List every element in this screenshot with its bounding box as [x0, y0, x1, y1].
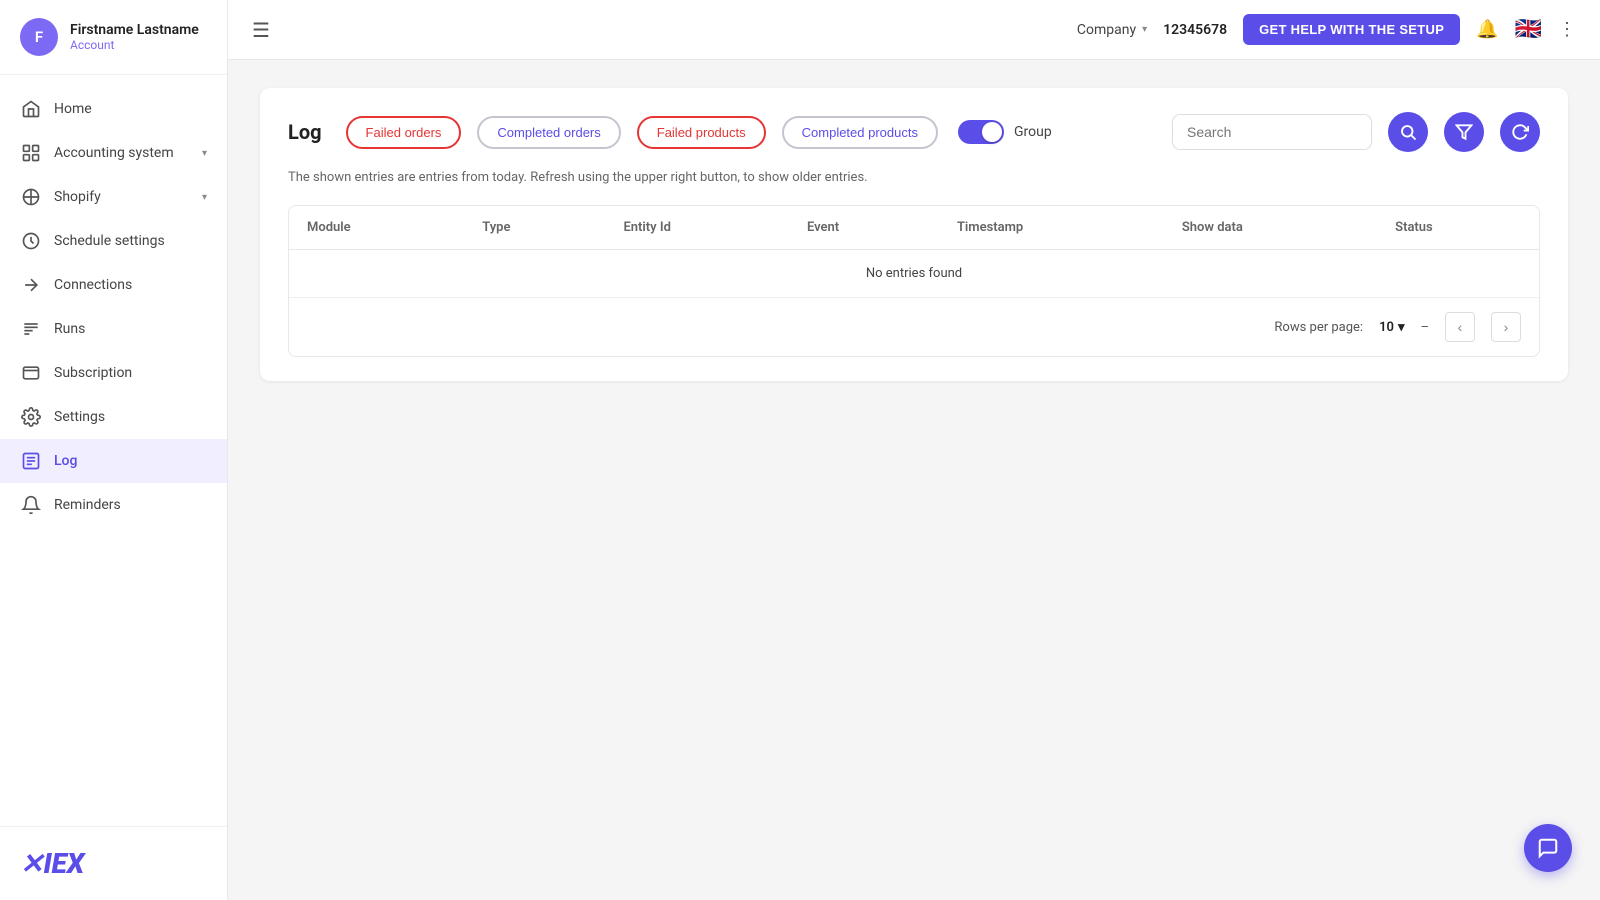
search-button[interactable] [1388, 112, 1428, 152]
sidebar-item-schedule-label: Schedule settings [54, 233, 207, 249]
no-entries-text: No entries found [289, 250, 1539, 298]
shopify-icon [20, 186, 42, 208]
sidebar-item-accounting-label: Accounting system [54, 145, 190, 161]
more-options-icon[interactable]: ⋮ [1558, 19, 1576, 40]
company-chevron-icon: ▾ [1142, 24, 1147, 35]
log-title: Log [288, 120, 322, 144]
refresh-button[interactable] [1500, 112, 1540, 152]
table-body: No entries found [289, 250, 1539, 298]
sidebar-item-connections-label: Connections [54, 277, 207, 293]
log-icon [20, 450, 42, 472]
sidebar-item-home[interactable]: Home [0, 87, 227, 131]
filter-button[interactable] [1444, 112, 1484, 152]
company-selector[interactable]: Company ▾ [1077, 22, 1147, 38]
pagination: Rows per page: 10 ▾ – ‹ › [289, 297, 1539, 356]
sidebar-item-runs[interactable]: Runs [0, 307, 227, 351]
chat-support-button[interactable] [1524, 824, 1572, 872]
group-label: Group [1014, 124, 1052, 140]
rows-chevron-icon: ▾ [1398, 320, 1405, 335]
completed-orders-filter-button[interactable]: Completed orders [477, 116, 620, 149]
table-header: Module Type Entity Id Event Timestamp Sh… [289, 206, 1539, 250]
sidebar-item-subscription-label: Subscription [54, 365, 207, 381]
company-label: Company [1077, 22, 1136, 38]
sidebar-item-settings[interactable]: Settings [0, 395, 227, 439]
sidebar-item-log-label: Log [54, 453, 207, 469]
main-content: ☰ Company ▾ 12345678 GET HELP WITH THE S… [228, 0, 1600, 900]
log-table: Module Type Entity Id Event Timestamp Sh… [289, 206, 1539, 297]
sidebar-item-shopify[interactable]: Shopify ▾ [0, 175, 227, 219]
log-header: Log Failed orders Completed orders Faile… [288, 112, 1540, 152]
get-help-button[interactable]: GET HELP WITH THE SETUP [1243, 14, 1460, 45]
sidebar-item-subscription[interactable]: Subscription [0, 351, 227, 395]
content-area: Log Failed orders Completed orders Faile… [228, 60, 1600, 900]
col-event: Event [789, 206, 939, 250]
sidebar: F Firstname Lastname Account Home Accoun… [0, 0, 228, 900]
col-show-data: Show data [1164, 206, 1377, 250]
group-toggle-track[interactable] [958, 120, 1004, 144]
runs-icon [20, 318, 42, 340]
col-entity-id: Entity Id [605, 206, 788, 250]
sidebar-item-shopify-label: Shopify [54, 189, 190, 205]
notification-bell-icon[interactable]: 🔔 [1476, 19, 1498, 40]
group-toggle-thumb [982, 122, 1002, 142]
col-status: Status [1377, 206, 1539, 250]
sidebar-item-schedule-settings[interactable]: Schedule settings [0, 219, 227, 263]
connections-icon [20, 274, 42, 296]
subscription-icon [20, 362, 42, 384]
chevron-down-icon: ▾ [202, 148, 207, 159]
log-table-wrapper: Module Type Entity Id Event Timestamp Sh… [288, 205, 1540, 357]
home-icon [20, 98, 42, 120]
sidebar-item-connections[interactable]: Connections [0, 263, 227, 307]
sidebar-header: F Firstname Lastname Account [0, 0, 227, 75]
log-card: Log Failed orders Completed orders Faile… [260, 88, 1568, 381]
sidebar-item-accounting-system[interactable]: Accounting system ▾ [0, 131, 227, 175]
app-logo: ✕IEX [0, 826, 227, 900]
no-entries-row: No entries found [289, 250, 1539, 298]
group-toggle[interactable]: Group [958, 120, 1052, 144]
completed-products-filter-button[interactable]: Completed products [782, 116, 938, 149]
sidebar-item-log[interactable]: Log [0, 439, 227, 483]
sidebar-item-settings-label: Settings [54, 409, 207, 425]
next-page-button[interactable]: › [1491, 312, 1521, 342]
schedule-icon [20, 230, 42, 252]
sidebar-item-home-label: Home [54, 101, 207, 117]
user-name: Firstname Lastname [70, 22, 199, 38]
avatar: F [20, 18, 58, 56]
col-timestamp: Timestamp [939, 206, 1164, 250]
failed-orders-filter-button[interactable]: Failed orders [346, 116, 462, 149]
chevron-down-icon: ▾ [202, 192, 207, 203]
search-input[interactable] [1172, 114, 1372, 150]
accounting-icon [20, 142, 42, 164]
col-type: Type [464, 206, 605, 250]
rows-per-page-label: Rows per page: [1274, 320, 1363, 335]
company-id: 12345678 [1163, 22, 1227, 38]
prev-page-button[interactable]: ‹ [1445, 312, 1475, 342]
sidebar-item-reminders-label: Reminders [54, 497, 207, 513]
rows-per-page-select[interactable]: 10 ▾ [1379, 320, 1404, 335]
topbar: ☰ Company ▾ 12345678 GET HELP WITH THE S… [228, 0, 1600, 60]
language-flag-icon[interactable]: 🇬🇧 [1515, 17, 1542, 42]
account-link[interactable]: Account [70, 38, 199, 52]
failed-products-filter-button[interactable]: Failed products [637, 116, 766, 149]
settings-icon [20, 406, 42, 428]
col-module: Module [289, 206, 464, 250]
sidebar-item-reminders[interactable]: Reminders [0, 483, 227, 527]
rows-value: 10 [1379, 320, 1394, 335]
info-message: The shown entries are entries from today… [288, 170, 1540, 185]
page-range: – [1420, 320, 1429, 335]
sidebar-item-runs-label: Runs [54, 321, 207, 337]
reminders-icon [20, 494, 42, 516]
sidebar-nav: Home Accounting system ▾ Shopify ▾ Sched… [0, 75, 227, 826]
hamburger-icon[interactable]: ☰ [252, 18, 270, 42]
